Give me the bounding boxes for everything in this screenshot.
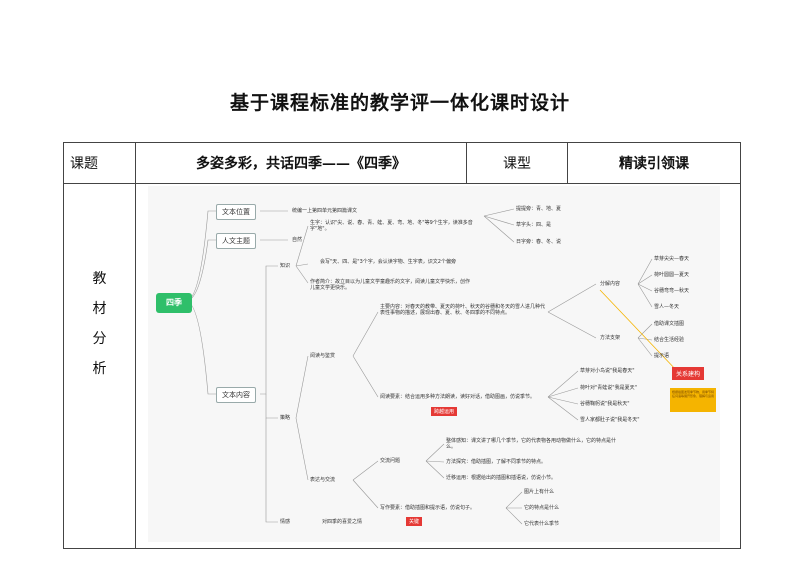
node-read-feel: 阅读与鉴赏 <box>310 353 336 359</box>
node-writing-item: 图片上有什么 <box>524 489 555 495</box>
lesson-design-table: 课题 多姿多彩，共话四季——《四季》 课型 精读引领课 教 材 分 析 四季 文… <box>63 142 741 549</box>
lesson-value: 多姿多彩，共话四季——《四季》 <box>135 142 467 184</box>
analysis-char: 分 <box>92 331 107 347</box>
node-q2: 方法探究：借助插图，了解不同季节的特点。 <box>446 459 547 465</box>
node-pair-item: 草芽尖尖—春天 <box>654 256 690 262</box>
mindmap-root: 四季 <box>156 293 192 313</box>
type-value: 精读引领课 <box>567 142 741 184</box>
node-pairs: 分解内容 <box>600 281 621 287</box>
node-writing: 写作要素：借助插图和提示语，仿说句子。 <box>380 505 476 511</box>
node-read-item: 谷穗鞠躬说"我是秋天" <box>580 401 630 407</box>
node-writing-item: 它代表什么季节 <box>524 521 560 527</box>
node-radical: 提提旁：青、地、夏 <box>516 206 562 212</box>
node-char-note: 生字：认识"尖、说、春、青、蛙、夏、弯、地、冬"等9个生字，读准多音字"地"。 <box>310 220 473 232</box>
analysis-char: 析 <box>92 361 107 377</box>
node-method-item: 结合生活经验 <box>654 337 685 343</box>
analysis-label: 教 材 分 析 <box>63 183 136 549</box>
document-title: 基于课程标准的教学评一体化课时设计 <box>229 92 570 114</box>
node-author-note: 作者简介：故立目以为儿童文学童趣乐的文字，阅读儿童文学快乐，创作儿童文学更快乐。 <box>310 279 471 291</box>
node-q3: 迁移运用：根据给出的插图和插语说，仿说小节。 <box>446 475 557 481</box>
note-yellow: 根据插图发现季节物，用季节特征词语等展开形象，理解与运用 <box>670 388 716 412</box>
node-emotion: 情感 <box>280 519 291 525</box>
node-social-share: 表达与交流 <box>310 477 336 483</box>
node-emotion-note: 对四季的喜爱之情 <box>322 519 363 525</box>
node-q1: 整体感知：课文讲了哪几个季节，它的代表物各用动物做什么，它的特点是什么。 <box>446 438 617 450</box>
type-label: 课型 <box>466 142 568 184</box>
mindmap-image: 四季 文本位置 人文主题 文本内容 统编一上第四单元第四篇课文 自然 知识 策略… <box>148 186 720 542</box>
node-radical: 草字头：四、是 <box>516 222 552 228</box>
node-writing-item: 它的特点是什么 <box>524 505 560 511</box>
node-radical: 日字旁：春、冬、说 <box>516 239 562 245</box>
analysis-char: 材 <box>92 301 107 317</box>
node-exchange: 交流问题 <box>380 458 401 464</box>
node-method: 方法支架 <box>600 335 621 341</box>
branch-text-content: 文本内容 <box>216 387 256 403</box>
mindmap-cell: 四季 文本位置 人文主题 文本内容 统编一上第四单元第四篇课文 自然 知识 策略… <box>135 183 741 549</box>
branch-humanities-theme: 人文主题 <box>216 233 256 249</box>
node-method-item: 借助课文插图 <box>654 321 685 327</box>
node-theme-note: 自然 <box>292 237 303 243</box>
node-pair-item: 谷穗弯弯—秋天 <box>654 288 690 294</box>
tag-key: 关键 <box>406 517 423 526</box>
node-method-item: 提示语 <box>654 353 670 359</box>
node-strategy: 策略 <box>280 415 291 421</box>
branch-text-position: 文本位置 <box>216 204 256 220</box>
tag-relationship: 关系建构 <box>672 367 705 380</box>
tag-cross-use: 跨越运用 <box>431 407 458 416</box>
node-pair-item: 雪人—冬天 <box>654 304 680 310</box>
node-position-note: 统编一上第四单元第四篇课文 <box>292 208 358 214</box>
analysis-char: 教 <box>92 271 107 287</box>
node-read-req: 阅读要素：结合运用多种方法朗读，读好对话，借助图画，仿说季节。 <box>380 394 536 400</box>
node-write-note: 会写"天、四、是"3个字，会认读字物、生字表，识文2个偏旁 <box>320 259 456 265</box>
node-read-item: 荷叶对"青蛙说"我是夏天" <box>580 385 637 391</box>
node-read-item: 雪人家都肚子说"我是冬天" <box>580 417 640 423</box>
node-knowledge: 知识 <box>280 263 291 269</box>
node-pair-item: 荷叶圆圆—夏天 <box>654 272 690 278</box>
node-main-content: 主要内容：对春天的教带、夏天的荷叶、秋天的谷穗和冬天的雪人进几种代表性事物的描述… <box>380 304 546 316</box>
lesson-label: 课题 <box>63 142 136 184</box>
node-read-item: 草芽对小鸟说"我是春天" <box>580 368 635 374</box>
